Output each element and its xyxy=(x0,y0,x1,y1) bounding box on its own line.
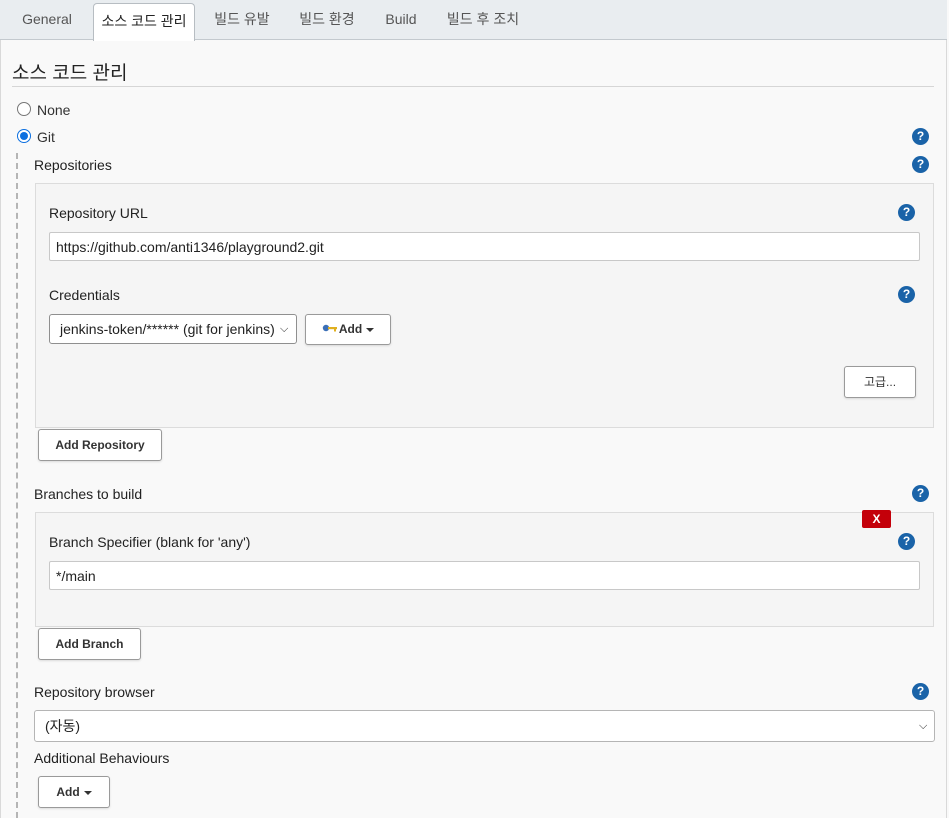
scm-git-label: Git xyxy=(37,129,55,145)
tab-general[interactable]: General xyxy=(11,0,83,39)
scm-none-radio[interactable] xyxy=(17,102,31,116)
advanced-button[interactable]: 고급... xyxy=(844,366,916,398)
add-branch-button[interactable]: Add Branch xyxy=(38,628,141,660)
repository-url-help-icon[interactable]: ? xyxy=(898,204,915,221)
branch-specifier-input[interactable]: */main xyxy=(49,561,920,590)
chevron-down-icon: ⌵ xyxy=(280,323,289,335)
branch-specifier-label: Branch Specifier (blank for 'any') xyxy=(49,534,251,550)
credentials-add-button[interactable]: Add xyxy=(305,314,391,345)
repository-browser-selected-value: (자동) xyxy=(45,718,81,734)
credentials-select[interactable]: jenkins-token/****** (git for jenkins) ⌵ xyxy=(49,314,297,344)
section-title: 소스 코드 관리 xyxy=(12,63,128,84)
delete-branch-button[interactable]: X xyxy=(862,510,891,528)
frame-border-left xyxy=(0,40,1,818)
additional-behaviours-add-button[interactable]: Add xyxy=(38,776,110,808)
tab-source-code-management[interactable]: 소스 코드 관리 xyxy=(93,3,195,41)
repositories-help-icon[interactable]: ? xyxy=(912,156,929,173)
additional-behaviours-add-label: Add xyxy=(56,785,80,799)
branch-panel: Branch Specifier (blank for 'any') ? */m… xyxy=(35,512,934,627)
scm-none-label: None xyxy=(37,102,71,118)
repository-url-input[interactable]: https://github.com/anti1346/playground2.… xyxy=(49,232,920,261)
caret-down-icon xyxy=(366,327,375,332)
tab-build-triggers[interactable]: 빌드 유발 xyxy=(205,0,279,39)
credentials-add-label: Add xyxy=(338,322,363,336)
credentials-label: Credentials xyxy=(49,287,120,303)
chevron-down-icon: ⌵ xyxy=(919,720,928,732)
credentials-selected-value: jenkins-token/****** (git for jenkins) xyxy=(60,321,275,337)
branch-specifier-help-icon[interactable]: ? xyxy=(898,533,915,550)
caret-down-icon xyxy=(83,790,92,795)
add-repository-button[interactable]: Add Repository xyxy=(38,429,162,461)
key-icon xyxy=(322,315,338,344)
git-help-icon[interactable]: ? xyxy=(912,128,929,145)
tab-build-environment[interactable]: 빌드 환경 xyxy=(289,0,365,39)
section-divider xyxy=(12,86,934,87)
tab-post-build-actions[interactable]: 빌드 후 조치 xyxy=(437,0,529,39)
repository-browser-help-icon[interactable]: ? xyxy=(912,683,929,700)
frame-border-right xyxy=(946,40,947,818)
scm-git-radio[interactable] xyxy=(17,129,31,143)
repository-url-label: Repository URL xyxy=(49,205,148,221)
git-nested-indent-line xyxy=(16,153,18,818)
tab-build[interactable]: Build xyxy=(375,0,427,39)
repository-browser-label: Repository browser xyxy=(34,684,155,700)
tab-bar: General 소스 코드 관리 빌드 유발 빌드 환경 Build 빌드 후 … xyxy=(0,0,947,41)
repositories-label: Repositories xyxy=(34,157,112,173)
branches-help-icon[interactable]: ? xyxy=(912,485,929,502)
additional-behaviours-label: Additional Behaviours xyxy=(34,750,170,766)
repository-panel: Repository URL ? https://github.com/anti… xyxy=(35,183,934,428)
branches-to-build-label: Branches to build xyxy=(34,486,143,502)
repository-browser-select[interactable]: (자동) ⌵ xyxy=(34,710,935,742)
credentials-help-icon[interactable]: ? xyxy=(898,286,915,303)
